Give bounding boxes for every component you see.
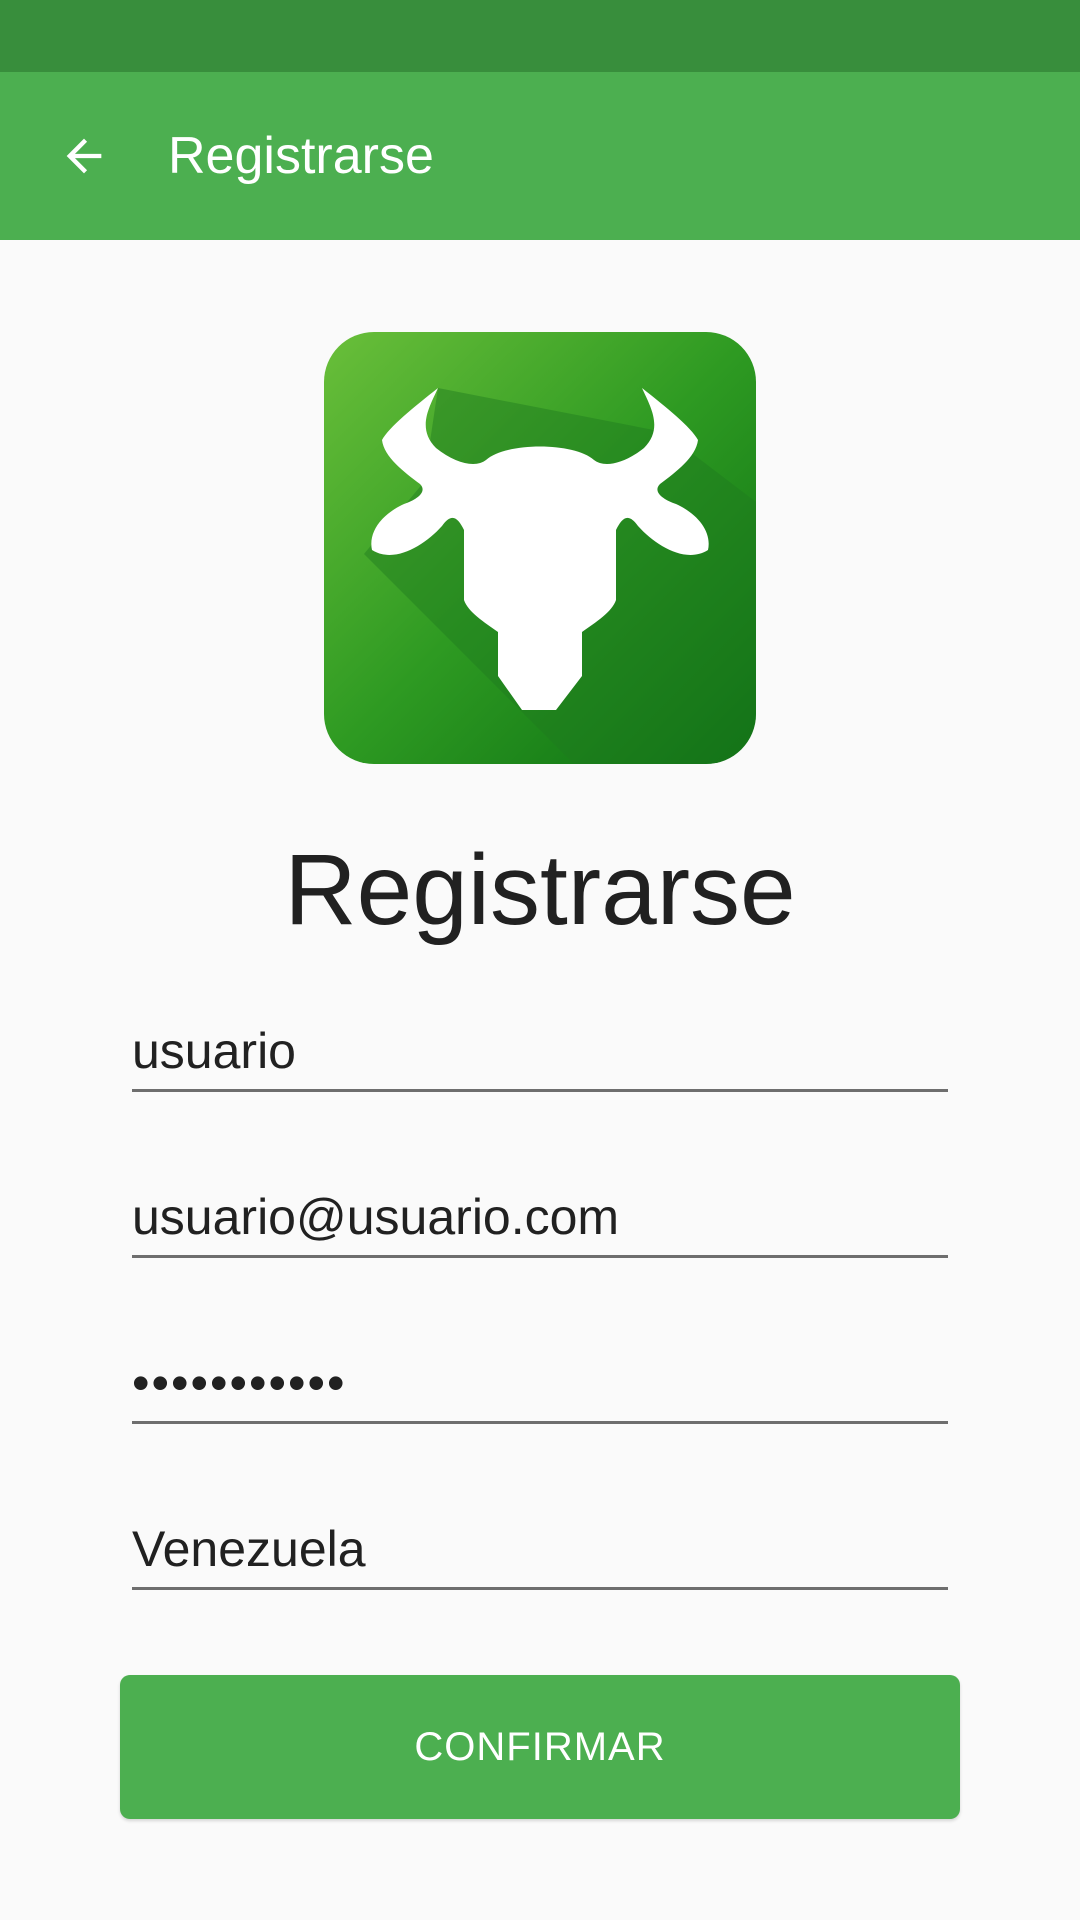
app-bar: Registrarse	[0, 72, 1080, 240]
email-field[interactable]	[132, 1178, 948, 1258]
password-field[interactable]	[132, 1344, 948, 1424]
arrow-left-icon	[66, 138, 102, 174]
status-bar	[0, 0, 1080, 72]
country-field[interactable]	[132, 1510, 948, 1590]
username-field[interactable]	[132, 1012, 948, 1092]
back-button[interactable]	[36, 108, 132, 204]
page-title: Registrarse	[284, 834, 796, 946]
app-logo	[324, 332, 756, 764]
app-bar-title: Registrarse	[168, 127, 434, 185]
bull-head-icon	[324, 332, 756, 764]
confirm-button[interactable]: CONFIRMAR	[120, 1675, 960, 1819]
